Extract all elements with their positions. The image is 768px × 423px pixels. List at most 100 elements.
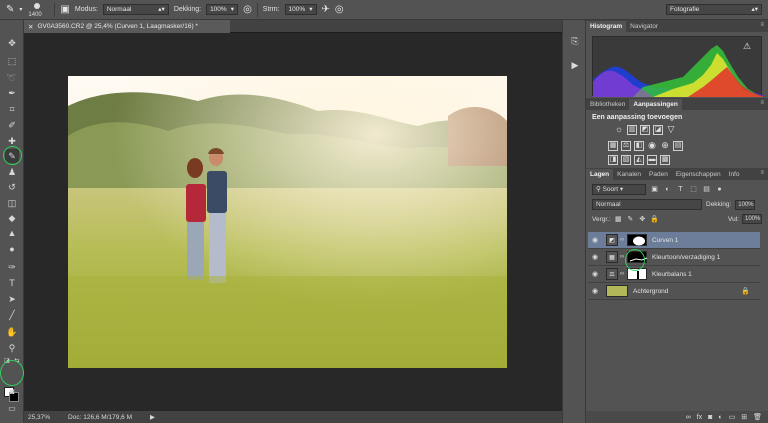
delete-layer-icon[interactable]: 🗑 [753, 413, 762, 421]
visibility-eye-icon[interactable]: ◉ [588, 270, 602, 278]
document-tab[interactable]: ✕ GV0A3560.CR2 @ 25,4% (Curven 1, Laagma… [24, 20, 230, 33]
marquee-tool-icon[interactable]: ⬚ [5, 54, 19, 68]
new-layer-icon[interactable]: ⊞ [741, 413, 747, 421]
levels-icon[interactable]: ▥ [627, 125, 637, 135]
color-balance-icon[interactable]: ⚖ [621, 141, 631, 151]
eraser-tool-icon[interactable]: ◫ [5, 196, 19, 210]
dropdown-arrow-icon[interactable]: ▾ [19, 5, 22, 15]
new-group-icon[interactable]: ▭ [729, 413, 736, 421]
brush-tool-icon[interactable]: ✎ [6, 4, 14, 15]
crop-tool-icon[interactable]: ⌗ [5, 102, 19, 116]
paint-bucket-tool-icon[interactable]: ◆ [5, 211, 19, 225]
new-adjustment-icon[interactable]: ◐ [718, 414, 722, 421]
link-chain-icon[interactable]: ∞ [618, 271, 626, 277]
brush-panel-toggle-icon[interactable]: ▣ [60, 4, 69, 15]
pressure-opacity-icon[interactable]: ◎ [243, 4, 252, 15]
tab-adjustments[interactable]: Aanpassingen [629, 99, 682, 110]
filter-shape-icon[interactable]: ⬚ [689, 185, 698, 194]
fill-field[interactable]: 100% [742, 214, 762, 224]
panel-menu-icon[interactable]: ≡ [760, 100, 764, 106]
link-layers-icon[interactable]: ∞ [686, 414, 691, 421]
lock-icon[interactable]: 🔒 [741, 287, 750, 295]
tab-libraries[interactable]: Bibliotheken [586, 99, 629, 110]
lock-pixels-icon[interactable]: ✎ [626, 215, 635, 224]
actions-play-icon[interactable]: ▶ [567, 58, 583, 72]
path-selection-tool-icon[interactable]: ➤ [5, 292, 19, 306]
tab-navigator[interactable]: Navigator [626, 21, 662, 32]
pressure-size-icon[interactable]: ◎ [335, 4, 344, 15]
blend-mode-select[interactable]: Normaal [592, 199, 702, 210]
brush-preset-picker[interactable]: 1400 [27, 2, 49, 18]
zoom-tool-icon[interactable]: ⚲ [5, 341, 19, 355]
tab-channels[interactable]: Kanalen [613, 169, 645, 180]
airbrush-icon[interactable]: ✈ [322, 4, 330, 15]
exposure-icon[interactable]: ◪ [653, 125, 663, 135]
brightness-contrast-icon[interactable]: ☼ [614, 125, 624, 135]
filter-type-icon[interactable]: T [676, 185, 685, 194]
lock-transparent-icon[interactable]: ▦ [614, 215, 623, 224]
screen-mode-icon[interactable]: ▭ [5, 402, 19, 416]
visibility-eye-icon[interactable]: ◉ [588, 236, 602, 244]
layer-opacity-field[interactable]: 100% [735, 199, 756, 210]
close-icon[interactable]: ✕ [28, 23, 33, 31]
lock-all-icon[interactable]: 🔒 [650, 215, 659, 224]
lasso-tool-icon[interactable]: ➰ [5, 71, 19, 85]
posterize-icon[interactable]: ▧ [621, 155, 631, 165]
color-lookup-icon[interactable]: ▤ [673, 141, 683, 151]
vibrance-icon[interactable]: ▽ [666, 125, 676, 135]
photo-canvas[interactable] [68, 76, 507, 368]
type-tool-icon[interactable]: T [5, 276, 19, 290]
black-white-icon[interactable]: ◧ [634, 141, 644, 151]
filter-pixel-icon[interactable]: ▣ [650, 185, 659, 194]
dodge-tool-icon[interactable]: ● [5, 242, 19, 256]
layer-style-icon[interactable]: fx [697, 414, 702, 421]
invert-icon[interactable]: ◨ [608, 155, 618, 165]
hand-tool-icon[interactable]: ✋ [5, 325, 19, 339]
layer-mask-thumb[interactable] [627, 234, 647, 246]
history-panel-icon[interactable]: ⎘ [567, 34, 583, 48]
tab-histogram[interactable]: Histogram [586, 21, 627, 32]
blur-tool-icon[interactable]: ▲ [5, 226, 19, 240]
layer-kind-filter[interactable]: ⚲ Soort ▾ [592, 184, 646, 195]
panel-menu-icon[interactable]: ≡ [760, 170, 764, 176]
photo-filter-icon[interactable]: ◉ [647, 141, 657, 151]
filter-toggle-icon[interactable]: ● [715, 185, 724, 194]
tab-layers[interactable]: Lagen [586, 169, 614, 180]
clone-stamp-tool-icon[interactable]: ♟ [5, 165, 19, 179]
layer-row-hue-saturation[interactable]: ◉ ▦ ∞ Kleurtoon/verzadiging 1 [588, 249, 760, 266]
selective-color-icon[interactable]: ▩ [660, 155, 670, 165]
zoom-level[interactable]: 25,37% [28, 414, 50, 421]
pen-tool-icon[interactable]: ✑ [5, 260, 19, 274]
add-mask-icon[interactable]: ◙ [708, 414, 712, 421]
tab-info[interactable]: Info [725, 169, 744, 180]
lock-position-icon[interactable]: ✥ [638, 215, 647, 224]
visibility-eye-icon[interactable]: ◉ [588, 253, 602, 261]
canvas-area[interactable] [24, 33, 562, 411]
flow-field[interactable]: 100% ▾ [284, 4, 317, 15]
layer-row-curves[interactable]: ◉ ◩ ∞ Curven 1 [588, 232, 760, 249]
gradient-map-icon[interactable]: ▬ [647, 155, 657, 165]
opacity-field[interactable]: 100% ▾ [206, 4, 239, 15]
layer-row-color-balance[interactable]: ◉ ⚖ ∞ Kleurbalans 1 [588, 266, 760, 283]
channel-mixer-icon[interactable]: ⊕ [660, 141, 670, 151]
move-tool-icon[interactable]: ✥ [5, 36, 19, 50]
mode-select[interactable]: Normaal ▴▾ [102, 4, 169, 15]
line-tool-icon[interactable]: ╱ [5, 308, 19, 322]
quick-select-tool-icon[interactable]: ✒ [5, 86, 19, 100]
tab-paths[interactable]: Paden [645, 169, 672, 180]
filter-adjustment-icon[interactable]: ◐ [663, 185, 672, 194]
quick-mask-icon[interactable]: ◙ [5, 385, 19, 399]
status-menu-arrow-icon[interactable]: ▶ [150, 413, 155, 421]
curves-icon[interactable]: ◩ [640, 125, 650, 135]
history-brush-tool-icon[interactable]: ↺ [5, 180, 19, 194]
layer-row-background[interactable]: ◉ Achtergrond 🔒 [588, 283, 760, 300]
workspace-select[interactable]: Fotografie ▴▾ [666, 4, 762, 15]
eyedropper-tool-icon[interactable]: ✐ [5, 118, 19, 132]
tab-properties[interactable]: Eigenschappen [672, 169, 725, 180]
panel-menu-icon[interactable]: ≡ [760, 22, 764, 28]
threshold-icon[interactable]: ◭ [634, 155, 644, 165]
link-chain-icon[interactable]: ∞ [618, 237, 626, 243]
hue-saturation-icon[interactable]: ▦ [608, 141, 618, 151]
filter-smart-object-icon[interactable]: ▤ [702, 185, 711, 194]
visibility-eye-icon[interactable]: ◉ [588, 287, 602, 295]
